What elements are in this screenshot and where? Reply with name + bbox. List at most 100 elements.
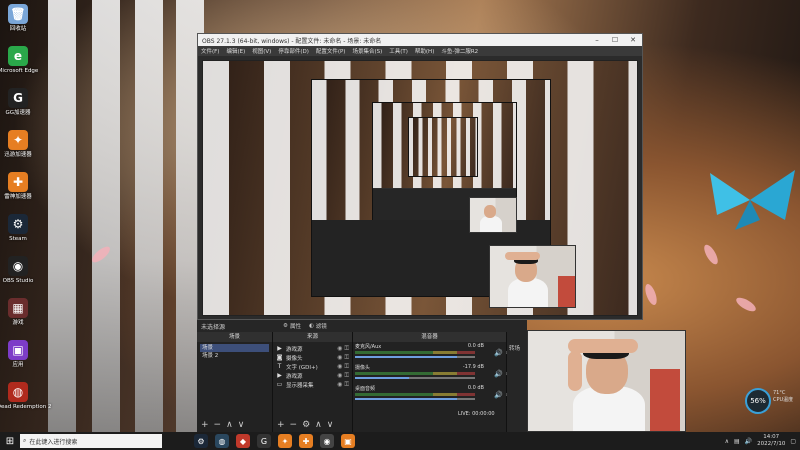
scenes-list: 场景 场景 2 <box>197 342 272 362</box>
steam-taskbar-icon[interactable]: ⚙ <box>194 434 208 448</box>
obs-menu-item[interactable]: 帮助(H) <box>415 47 434 55</box>
app-orange2-taskbar-icon[interactable]: ✚ <box>299 434 313 448</box>
volume-slider-fill <box>355 377 409 379</box>
obs-menu-item[interactable]: 停靠部件(D) <box>278 47 309 55</box>
lock-icon[interactable]: ⚿ <box>344 372 349 380</box>
volume-slider[interactable] <box>355 356 475 358</box>
source-item[interactable]: ▭ 显示器采集 ◉ ⚿ <box>276 380 349 389</box>
obs-menu-item[interactable]: 斗鱼-弹二服R2 <box>441 47 478 55</box>
move-up-icon[interactable]: ∧ <box>226 420 233 430</box>
wallpaper-slat <box>92 0 120 432</box>
source-settings-icon[interactable]: ⚙ <box>302 420 310 430</box>
desktop-shortcut-label: 雷神加速器 <box>4 194 32 200</box>
move-down-icon[interactable]: ∨ <box>238 420 245 430</box>
obs-icon: ◉ <box>8 256 28 276</box>
steam2-taskbar-icon[interactable]: ◍ <box>215 434 229 448</box>
speaker-icon[interactable]: 🔊 <box>494 349 503 357</box>
obs-menu-item[interactable]: 编辑(E) <box>226 47 245 55</box>
display-icon: ▭ <box>276 381 283 388</box>
butterfly-decoration <box>710 170 795 230</box>
mixer-track: 摄像头-17.9 dB🔊⚙ <box>353 363 512 384</box>
eye-icon[interactable]: ◉ <box>337 345 342 352</box>
desktop-shortcut[interactable]: e Microsoft Edge <box>0 46 38 88</box>
lock-icon[interactable]: ⚿ <box>344 363 349 371</box>
volume-slider[interactable] <box>355 377 475 379</box>
add-scene-button[interactable]: + <box>201 420 209 430</box>
close-icon[interactable]: ✕ <box>624 36 642 44</box>
eye-icon[interactable]: ◉ <box>337 381 342 388</box>
speaker-icon[interactable]: 🔊 <box>494 391 503 399</box>
desktop-icon-column: 🗑 回收站 e Microsoft Edge G GG加速器 ✦ 迅游加速器 ✚ 雷神加速器 ⚙ St… <box>0 4 51 424</box>
filters-button[interactable]: ◐ 滤镜 <box>309 322 327 330</box>
obs-menu-item[interactable]: 工具(T) <box>389 47 408 55</box>
gg-taskbar-icon[interactable]: G <box>257 434 271 448</box>
windows-start-icon[interactable]: ⊞ <box>0 436 20 447</box>
lock-icon[interactable]: ⚿ <box>344 354 349 362</box>
desktop-shortcut[interactable]: ◍ Red Dead Redemption 2 <box>0 382 51 424</box>
obs-menu-item[interactable]: 场景集合(S) <box>352 47 382 55</box>
edge-icon: e <box>8 46 28 66</box>
tray-chevron-icon[interactable]: ∧ <box>725 438 729 445</box>
obs-menu-item[interactable]: 配置文件(P) <box>316 47 346 55</box>
minimize-icon[interactable]: – <box>588 36 606 44</box>
move-up-icon[interactable]: ∧ <box>315 420 322 430</box>
wallpaper-slat <box>135 0 163 432</box>
source-name: 游戏源 <box>286 373 303 380</box>
desktop-shortcut-label: OBS Studio <box>2 278 34 284</box>
properties-button[interactable]: ⚙ 属性 <box>283 322 301 330</box>
app-red-taskbar-icon[interactable]: ◆ <box>236 434 250 448</box>
speaker-icon[interactable]: 🔊 <box>745 438 752 445</box>
source-item[interactable]: ▶ 游戏源 ◉ ⚿ <box>276 371 349 380</box>
transitions-label: 转场 <box>509 346 521 352</box>
volume-slider[interactable] <box>355 398 475 400</box>
eye-icon[interactable]: ◉ <box>337 354 342 361</box>
source-item[interactable]: T 文字 (GDI+) ◉ ⚿ <box>276 362 349 371</box>
move-down-icon[interactable]: ∨ <box>327 420 334 430</box>
webcam-overlay <box>527 330 686 432</box>
lock-icon[interactable]: ⚿ <box>344 381 349 389</box>
add-source-button[interactable]: + <box>277 420 285 430</box>
desktop-shortcut[interactable]: ✦ 迅游加速器 <box>2 130 34 172</box>
obs-title-bar[interactable]: OBS 27.1.3 (64-bit, windows) - 配置文件: 未命名… <box>198 34 642 46</box>
volume-slider-fill <box>355 356 457 358</box>
desktop-shortcut[interactable]: ▣ 应用 <box>2 340 34 382</box>
desktop-shortcut[interactable]: ▦ 游戏 <box>2 298 34 340</box>
app-orange-taskbar-icon[interactable]: ✦ <box>278 434 292 448</box>
scene-item[interactable]: 场景 <box>200 344 269 352</box>
remove-source-button[interactable]: − <box>290 420 298 430</box>
speaker-icon[interactable]: 🔊 <box>494 370 503 378</box>
taskbar-search-box[interactable]: ⌕ 在此键入进行搜索 <box>20 434 162 448</box>
remove-scene-button[interactable]: − <box>214 420 222 430</box>
app-orange2-icon: ✚ <box>8 172 28 192</box>
eye-icon[interactable]: ◉ <box>337 363 342 370</box>
scenes-dock-footer: + − ∧ ∨ <box>197 420 244 430</box>
obs-menu-item[interactable]: 文件(F) <box>201 47 219 55</box>
eye-icon[interactable]: ◉ <box>337 372 342 379</box>
taskbar-clock[interactable]: 14:07 2022/7/10 <box>757 434 785 448</box>
desktop-shortcut[interactable]: ◉ OBS Studio <box>2 256 34 298</box>
mixer-track: 桌面音频0.0 dB🔊⚙ <box>353 384 512 405</box>
app-orange3-taskbar-icon[interactable]: ▣ <box>341 434 355 448</box>
notification-icon[interactable]: ▢ <box>790 438 796 445</box>
audio-meter <box>355 372 475 375</box>
performance-gauge[interactable]: 56% <box>745 388 771 414</box>
desktop-shortcut[interactable]: 🗑 回收站 <box>2 4 34 46</box>
source-item[interactable]: ◙ 摄像头 ◉ ⚿ <box>276 353 349 362</box>
source-item[interactable]: ▶ 游戏源 ◉ ⚿ <box>276 344 349 353</box>
obs-window[interactable]: OBS 27.1.3 (64-bit, windows) - 配置文件: 未命名… <box>197 33 643 320</box>
obs-taskbar-icon[interactable]: ◉ <box>320 434 334 448</box>
desktop-shortcut-label: Microsoft Edge <box>0 68 39 74</box>
lock-icon[interactable]: ⚿ <box>344 345 349 353</box>
mixer-dock-header: 混音器 <box>353 332 506 342</box>
scene-item[interactable]: 场景 2 <box>200 352 269 360</box>
nested-preview-3 <box>408 117 478 177</box>
desktop-shortcut[interactable]: ⚙ Steam <box>2 214 34 256</box>
obs-menu-bar: 文件(F) 编辑(E) 视图(V) 停靠部件(D) 配置文件(P) 场景集合(S) 工具(T… <box>198 46 642 56</box>
desktop-shortcut[interactable]: ✚ 雷神加速器 <box>2 172 34 214</box>
obs-menu-item[interactable]: 视图(V) <box>252 47 271 55</box>
network-icon[interactable]: ▤ <box>734 438 740 445</box>
source-name: 游戏源 <box>286 346 303 353</box>
desktop-shortcut-label: GG加速器 <box>5 110 31 116</box>
desktop-shortcut[interactable]: G GG加速器 <box>2 88 34 130</box>
maximize-icon[interactable]: ☐ <box>606 36 624 44</box>
